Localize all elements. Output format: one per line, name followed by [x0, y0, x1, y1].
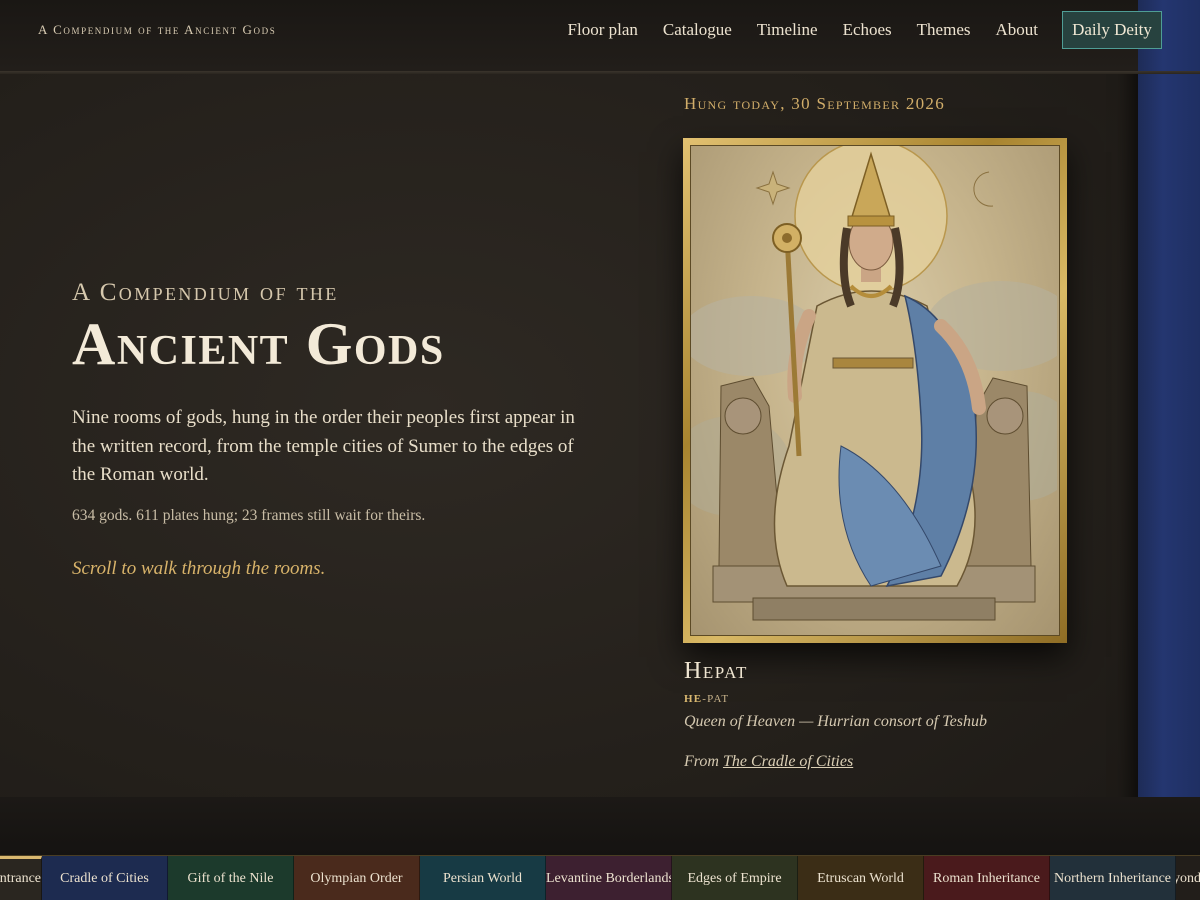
deity-room-line: From The Cradle of Cities: [684, 753, 853, 771]
daily-deity-date: Hung today, 30 September 2026: [684, 94, 946, 113]
nav-timeline[interactable]: Timeline: [757, 19, 818, 41]
site-brand[interactable]: A Compendium of the Ancient Gods: [38, 22, 276, 38]
deity-plate: [691, 146, 1059, 635]
nav-echoes[interactable]: Echoes: [843, 19, 892, 41]
room-tab-northern-inheritance[interactable]: Northern Inheritance: [1050, 856, 1176, 900]
room-tab-edges-of-empire[interactable]: Edges of Empire: [672, 856, 798, 900]
pronunciation-stressed: HE: [684, 693, 703, 705]
footer-shadow: [0, 797, 1200, 855]
header-divider: [0, 71, 1200, 74]
deity-pronunciation: HE-PAT: [684, 693, 729, 705]
deity-name: Hepat: [684, 658, 748, 684]
enthroned-goddess-icon: [691, 146, 1057, 621]
hero-kicker: A Compendium of the: [72, 279, 339, 306]
nav-catalogue[interactable]: Catalogue: [663, 19, 732, 41]
room-tab-etruscan-world[interactable]: Etruscan World: [798, 856, 924, 900]
room-tab-persian-world[interactable]: Persian World: [420, 856, 546, 900]
nav-about[interactable]: About: [996, 19, 1039, 41]
room-tab-roman-inheritance[interactable]: Roman Inheritance: [924, 856, 1050, 900]
deity-epithet: Queen of Heaven — Hurrian consort of Tes…: [684, 713, 987, 730]
nav-floor-plan[interactable]: Floor plan: [568, 19, 638, 41]
main-nav: Floor plan Catalogue Timeline Echoes The…: [543, 19, 1038, 41]
page-title: Ancient Gods: [72, 311, 445, 377]
from-prefix: From: [684, 753, 719, 770]
next-room-panel: [1138, 0, 1200, 855]
room-tab-gift-of-the-nile[interactable]: Gift of the Nile: [168, 856, 294, 900]
collection-stats: 634 gods. 611 plates hung; 23 frames sti…: [72, 507, 426, 524]
room-navigation: EntranceCradle of CitiesGift of the Nile…: [0, 855, 1200, 900]
room-tab-levantine-borderlands[interactable]: Levantine Borderlands: [546, 856, 672, 900]
room-tab-olympian-order[interactable]: Olympian Order: [294, 856, 420, 900]
plate-frame[interactable]: [683, 138, 1067, 643]
room-tab-entrance[interactable]: Entrance: [0, 856, 42, 900]
room-tab-beyond[interactable]: Beyond: [1176, 856, 1200, 900]
scroll-hint: Scroll to walk through the rooms.: [72, 558, 326, 579]
pronunciation-rest: -PAT: [702, 693, 730, 705]
daily-deity-button[interactable]: Daily Deity: [1062, 11, 1162, 49]
hero-description: Nine rooms of gods, hung in the order th…: [72, 407, 575, 485]
room-link[interactable]: The Cradle of Cities: [723, 753, 853, 770]
room-tab-cradle-of-cities[interactable]: Cradle of Cities: [42, 856, 168, 900]
nav-themes[interactable]: Themes: [917, 19, 971, 41]
